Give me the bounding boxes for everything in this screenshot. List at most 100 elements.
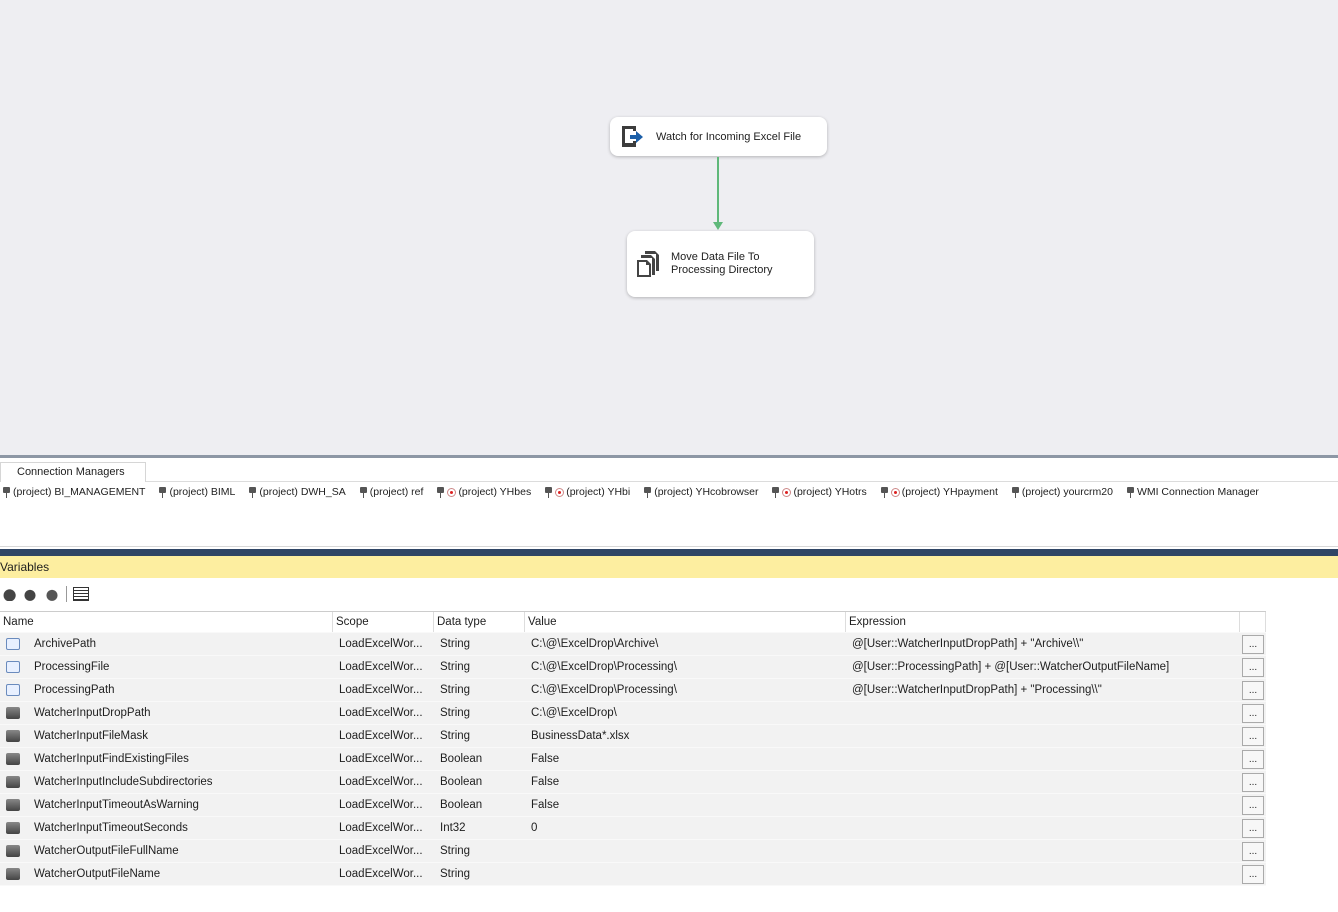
cell-value[interactable]: False [525,771,846,793]
expression-builder-button[interactable]: ... [1242,703,1264,723]
cell-expression[interactable] [846,748,1240,770]
cell-data-type[interactable]: Boolean [434,794,525,816]
expression-builder-button[interactable]: ... [1242,818,1264,838]
column-header-name[interactable]: Name [0,612,333,632]
cell-value[interactable] [525,840,846,862]
connection-manager-item[interactable]: (project) BI_MANAGEMENT [0,486,145,498]
cell-name[interactable]: WatcherOutputFileFullName [0,840,333,862]
connection-manager-item[interactable]: (project) YHotrs [769,486,867,498]
cell-name[interactable]: WatcherInputFindExistingFiles [0,748,333,770]
cell-expression[interactable] [846,794,1240,816]
precedence-constraint[interactable] [717,157,719,224]
cell-expression[interactable]: @[User::WatcherInputDropPath] + "Archive… [846,633,1240,655]
cell-scope[interactable]: LoadExcelWor... [333,794,434,816]
cell-data-type[interactable]: String [434,656,525,678]
connection-manager-item[interactable]: (project) YHbi [542,486,630,498]
cell-name[interactable]: ArchivePath [0,633,333,655]
expression-builder-button[interactable]: ... [1242,634,1264,654]
table-row[interactable]: WatcherInputDropPath LoadExcelWor... Str… [0,702,1266,725]
expression-builder-button[interactable]: ... [1242,841,1264,861]
cell-expression[interactable] [846,725,1240,747]
cell-expression[interactable] [846,771,1240,793]
cell-expression[interactable] [846,840,1240,862]
cell-name[interactable]: WatcherInputTimeoutAsWarning [0,794,333,816]
cell-data-type[interactable]: String [434,633,525,655]
table-row[interactable]: WatcherOutputFileFullName LoadExcelWor..… [0,840,1266,863]
delete-variable-icon[interactable] [44,587,60,601]
connection-manager-item[interactable]: (project) BIML [156,486,235,498]
column-header-scope[interactable]: Scope [333,612,434,632]
cell-expression[interactable] [846,702,1240,724]
table-row[interactable]: ProcessingPath LoadExcelWor... String C:… [0,679,1266,702]
cell-scope[interactable]: LoadExcelWor... [333,771,434,793]
connection-manager-item[interactable]: (project) ref [357,486,423,498]
expression-builder-button[interactable]: ... [1242,680,1264,700]
add-variable-icon[interactable] [0,587,16,601]
table-row[interactable]: WatcherInputTimeoutAsWarning LoadExcelWo… [0,794,1266,817]
move-variable-icon[interactable] [22,587,38,601]
connection-manager-item[interactable]: (project) YHcobrowser [641,486,758,498]
connection-manager-item[interactable]: WMI Connection Manager [1124,486,1259,498]
cell-value[interactable]: C:\@\ExcelDrop\Processing\ [525,679,846,701]
task-move-data-file[interactable]: Move Data File To Processing Directory [627,231,814,297]
cell-value[interactable] [525,863,846,885]
cell-value[interactable]: BusinessData*.xlsx [525,725,846,747]
table-row[interactable]: WatcherInputIncludeSubdirectories LoadEx… [0,771,1266,794]
expression-builder-button[interactable]: ... [1242,726,1264,746]
cell-data-type[interactable]: String [434,725,525,747]
expression-builder-button[interactable]: ... [1242,749,1264,769]
grid-options-icon[interactable] [73,587,89,601]
cell-data-type[interactable]: String [434,840,525,862]
connection-manager-item[interactable]: (project) yourcrm20 [1009,486,1113,498]
task-watch-for-incoming-excel-file[interactable]: Watch for Incoming Excel File [610,117,827,156]
cell-data-type[interactable]: String [434,679,525,701]
cell-name[interactable]: ProcessingPath [0,679,333,701]
cell-scope[interactable]: LoadExcelWor... [333,656,434,678]
cell-expression[interactable]: @[User::WatcherInputDropPath] + "Process… [846,679,1240,701]
cell-data-type[interactable]: Boolean [434,771,525,793]
cell-expression[interactable] [846,817,1240,839]
column-header-expression[interactable]: Expression [846,612,1240,632]
cell-value[interactable]: 0 [525,817,846,839]
cell-data-type[interactable]: String [434,863,525,885]
cell-data-type[interactable]: Int32 [434,817,525,839]
table-row[interactable]: WatcherInputTimeoutSeconds LoadExcelWor.… [0,817,1266,840]
cell-data-type[interactable]: String [434,702,525,724]
cell-scope[interactable]: LoadExcelWor... [333,863,434,885]
cell-name[interactable]: WatcherInputFileMask [0,725,333,747]
cell-value[interactable]: C:\@\ExcelDrop\Archive\ [525,633,846,655]
connection-manager-item[interactable]: (project) YHbes [434,486,531,498]
cell-scope[interactable]: LoadExcelWor... [333,748,434,770]
connection-manager-item[interactable]: (project) YHpayment [878,486,998,498]
table-row[interactable]: WatcherOutputFileName LoadExcelWor... St… [0,863,1266,886]
cell-name[interactable]: ProcessingFile [0,656,333,678]
tab-connection-managers[interactable]: Connection Managers [0,462,146,482]
cell-scope[interactable]: LoadExcelWor... [333,725,434,747]
connection-manager-item[interactable]: (project) DWH_SA [246,486,346,498]
cell-value[interactable]: C:\@\ExcelDrop\Processing\ [525,656,846,678]
cell-expression[interactable]: @[User::ProcessingPath] + @[User::Watche… [846,656,1240,678]
cell-value[interactable]: C:\@\ExcelDrop\ [525,702,846,724]
expression-builder-button[interactable]: ... [1242,864,1264,884]
column-header-value[interactable]: Value [525,612,846,632]
cell-value[interactable]: False [525,748,846,770]
cell-expression[interactable] [846,863,1240,885]
table-row[interactable]: ProcessingFile LoadExcelWor... String C:… [0,656,1266,679]
control-flow-canvas[interactable]: Watch for Incoming Excel File Move Data … [0,0,1338,455]
cell-scope[interactable]: LoadExcelWor... [333,817,434,839]
cell-data-type[interactable]: Boolean [434,748,525,770]
cell-value[interactable]: False [525,794,846,816]
table-row[interactable]: ArchivePath LoadExcelWor... String C:\@\… [0,633,1266,656]
column-header-data-type[interactable]: Data type [434,612,525,632]
cell-name[interactable]: WatcherInputTimeoutSeconds [0,817,333,839]
cell-scope[interactable]: LoadExcelWor... [333,840,434,862]
cell-scope[interactable]: LoadExcelWor... [333,633,434,655]
table-row[interactable]: WatcherInputFindExistingFiles LoadExcelW… [0,748,1266,771]
cell-name[interactable]: WatcherInputDropPath [0,702,333,724]
cell-name[interactable]: WatcherInputIncludeSubdirectories [0,771,333,793]
expression-builder-button[interactable]: ... [1242,657,1264,677]
panel-splitter[interactable] [0,549,1338,556]
table-row[interactable]: WatcherInputFileMask LoadExcelWor... Str… [0,725,1266,748]
cell-scope[interactable]: LoadExcelWor... [333,702,434,724]
cell-scope[interactable]: LoadExcelWor... [333,679,434,701]
